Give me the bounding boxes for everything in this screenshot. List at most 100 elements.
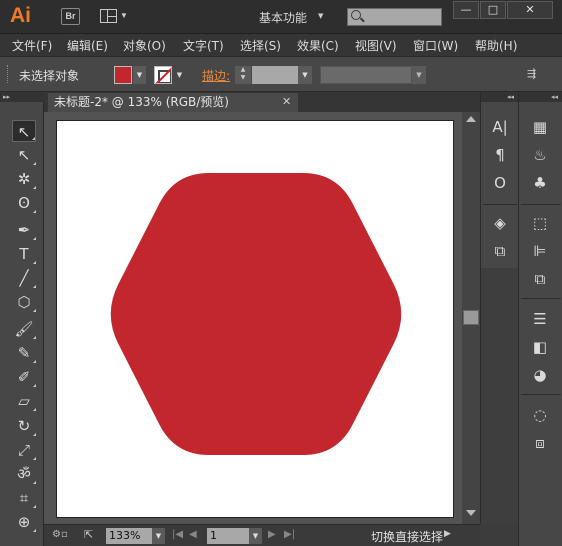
symbols-panel-icon[interactable]: ♣ <box>528 172 552 194</box>
lasso-tool-icon[interactable]: ʘ <box>12 192 36 214</box>
close-window-button[interactable]: ✕ <box>507 1 553 19</box>
artboard-number-field[interactable]: 1 <box>207 528 249 544</box>
fill-color-swatch[interactable] <box>114 66 132 84</box>
panel-dock-empty-area <box>481 268 519 524</box>
close-document-icon[interactable]: ✕ <box>282 93 291 111</box>
menu-type[interactable]: 文字(T) <box>183 37 224 54</box>
character-panel-icon[interactable]: A| <box>488 116 512 138</box>
next-artboard-icon[interactable]: ▶ <box>268 529 276 540</box>
appearance-panel-icon[interactable]: ◕ <box>528 364 552 386</box>
tools-panel-collapse[interactable]: ▸▸ <box>0 92 44 102</box>
menu-view[interactable]: 视图(V) <box>355 37 397 54</box>
magic-wand-tool-icon[interactable]: ✲ <box>12 168 36 190</box>
stroke-color-dropdown-button[interactable]: ▼ <box>173 66 186 84</box>
right-panel-dock-1: ◂◂ A| ¶ O ◈ ⧉ <box>480 92 519 524</box>
scroll-up-arrow-icon[interactable] <box>466 116 476 122</box>
direct-selection-tool-icon[interactable]: ↖ <box>12 144 36 166</box>
free-transform-tool-icon[interactable]: ⌗ <box>12 487 36 509</box>
panel-collapse-icon[interactable]: ◂◂ <box>481 92 518 102</box>
rotate-tool-icon[interactable]: ↻ <box>12 415 36 437</box>
menu-effect[interactable]: 效果(C) <box>297 37 339 54</box>
paragraph-panel-icon[interactable]: ¶ <box>488 144 512 166</box>
workspace-switcher[interactable]: 基本功能 <box>259 9 307 26</box>
line-tool-icon[interactable]: ╱ <box>12 267 36 289</box>
stroke-label-link[interactable]: 描边: <box>202 67 230 84</box>
stroke-color-swatch[interactable] <box>154 66 172 84</box>
artboards-panel-icon[interactable]: ⧉ <box>488 240 512 262</box>
status-text: 切换直接选择 <box>371 530 444 544</box>
chevron-down-icon[interactable]: ▼ <box>318 12 323 20</box>
tool-group-indicator <box>33 237 36 240</box>
arrange-documents-button[interactable]: ▼ <box>100 8 128 25</box>
export-icon[interactable]: ⇱ <box>84 528 93 541</box>
warp-tool-icon[interactable]: ॐ <box>12 463 36 485</box>
zoom-level-field[interactable]: 133% <box>106 528 152 544</box>
opentype-panel-icon[interactable]: O <box>488 172 512 194</box>
paintbrush-tool-icon[interactable]: 🖌 <box>12 318 36 340</box>
artboard[interactable] <box>56 120 454 518</box>
artboard-dropdown[interactable]: ▼ <box>249 528 262 544</box>
maximize-button[interactable]: □ <box>480 1 506 19</box>
menu-file[interactable]: 文件(F) <box>12 37 52 54</box>
menu-object[interactable]: 对象(O) <box>123 37 166 54</box>
scale-tool-icon[interactable]: ⤢ <box>12 439 36 461</box>
image-trace-panel-icon[interactable]: ⧈ <box>528 432 552 454</box>
stroke-panel-icon[interactable]: ☰ <box>528 308 552 330</box>
align-panel-icon[interactable]: ⊫ <box>528 240 552 262</box>
type-tool-icon[interactable]: T <box>12 243 36 265</box>
zoom-dropdown[interactable]: ▼ <box>152 528 165 544</box>
panel-separator <box>521 394 561 395</box>
tool-group-indicator <box>33 210 36 213</box>
graphic-styles-panel-icon[interactable]: ◌ <box>528 404 552 426</box>
stroke-weight-field[interactable] <box>252 66 298 84</box>
pencil-tool-icon[interactable]: ✎ <box>12 342 36 364</box>
tool-group-indicator <box>33 309 36 312</box>
panel-separator <box>483 204 517 205</box>
stroke-weight-spinner[interactable]: ▲ ▼ <box>235 66 251 84</box>
scroll-down-arrow-icon[interactable] <box>466 510 476 516</box>
first-artboard-icon[interactable]: |◀ <box>172 529 183 540</box>
search-input[interactable] <box>347 8 442 26</box>
artboard-status-icon[interactable]: ⚙▫ <box>52 529 68 540</box>
brushes-panel-icon[interactable]: ♨ <box>528 144 552 166</box>
chevron-down-icon: ▼ <box>120 11 128 20</box>
menu-edit[interactable]: 编辑(E) <box>67 37 108 54</box>
illustrator-logo: Ai <box>10 4 31 27</box>
polygon-tool-icon[interactable]: ⬡ <box>12 291 36 313</box>
menu-window[interactable]: 窗口(W) <box>413 37 458 54</box>
pathfinder-panel-icon[interactable]: ⧉ <box>528 268 552 290</box>
menu-help[interactable]: 帮助(H) <box>475 37 517 54</box>
document-tab-fill <box>258 93 298 112</box>
hexagon-path[interactable] <box>110 173 402 455</box>
layers-panel-icon[interactable]: ◈ <box>488 212 512 234</box>
eraser-tool-icon[interactable]: ▱ <box>12 390 36 412</box>
gradient-panel-icon[interactable]: ◧ <box>528 336 552 358</box>
panel-grip[interactable] <box>7 65 10 83</box>
menu-select[interactable]: 选择(S) <box>240 37 281 54</box>
pen-tool-icon[interactable]: ✒ <box>12 219 36 241</box>
hexagon-shape[interactable] <box>103 173 409 455</box>
canvas-area[interactable] <box>44 112 462 524</box>
minimize-button[interactable]: — <box>453 1 479 19</box>
previous-artboard-icon[interactable]: ◀ <box>189 529 197 540</box>
selection-tool-icon[interactable]: ↖ <box>12 120 36 142</box>
panel-separator <box>521 298 561 299</box>
scroll-thumb[interactable] <box>463 310 479 325</box>
swatches-panel-icon[interactable]: ▦ <box>528 116 552 138</box>
control-bar: 未选择对象 ▼ ▼ 描边: ▲ ▼ ▼ ▼ ⇶ <box>0 56 562 92</box>
bridge-button[interactable]: Br <box>61 8 80 25</box>
panel-collapse-icon[interactable]: ◂◂ <box>519 92 562 102</box>
last-artboard-icon[interactable]: ▶| <box>284 529 295 540</box>
status-menu-icon[interactable]: ▶ <box>444 529 451 539</box>
blob-brush-tool-icon[interactable]: ✐ <box>12 366 36 388</box>
brush-definition-dropdown[interactable]: ▼ <box>412 66 426 84</box>
control-panel-menu-icon[interactable]: ⇶ <box>527 67 536 80</box>
tool-group-indicator <box>33 162 36 165</box>
stroke-weight-dropdown[interactable]: ▼ <box>298 66 312 84</box>
vertical-scrollbar[interactable] <box>462 112 480 524</box>
transform-panel-icon[interactable]: ⬚ <box>528 212 552 234</box>
shape-builder-tool-icon[interactable]: ⊕ <box>12 511 36 533</box>
document-tab[interactable]: 未标题-2* @ 133% (RGB/预览) <box>48 93 258 112</box>
fill-dropdown-button[interactable]: ▼ <box>133 66 146 84</box>
brush-definition-field[interactable] <box>320 66 412 84</box>
